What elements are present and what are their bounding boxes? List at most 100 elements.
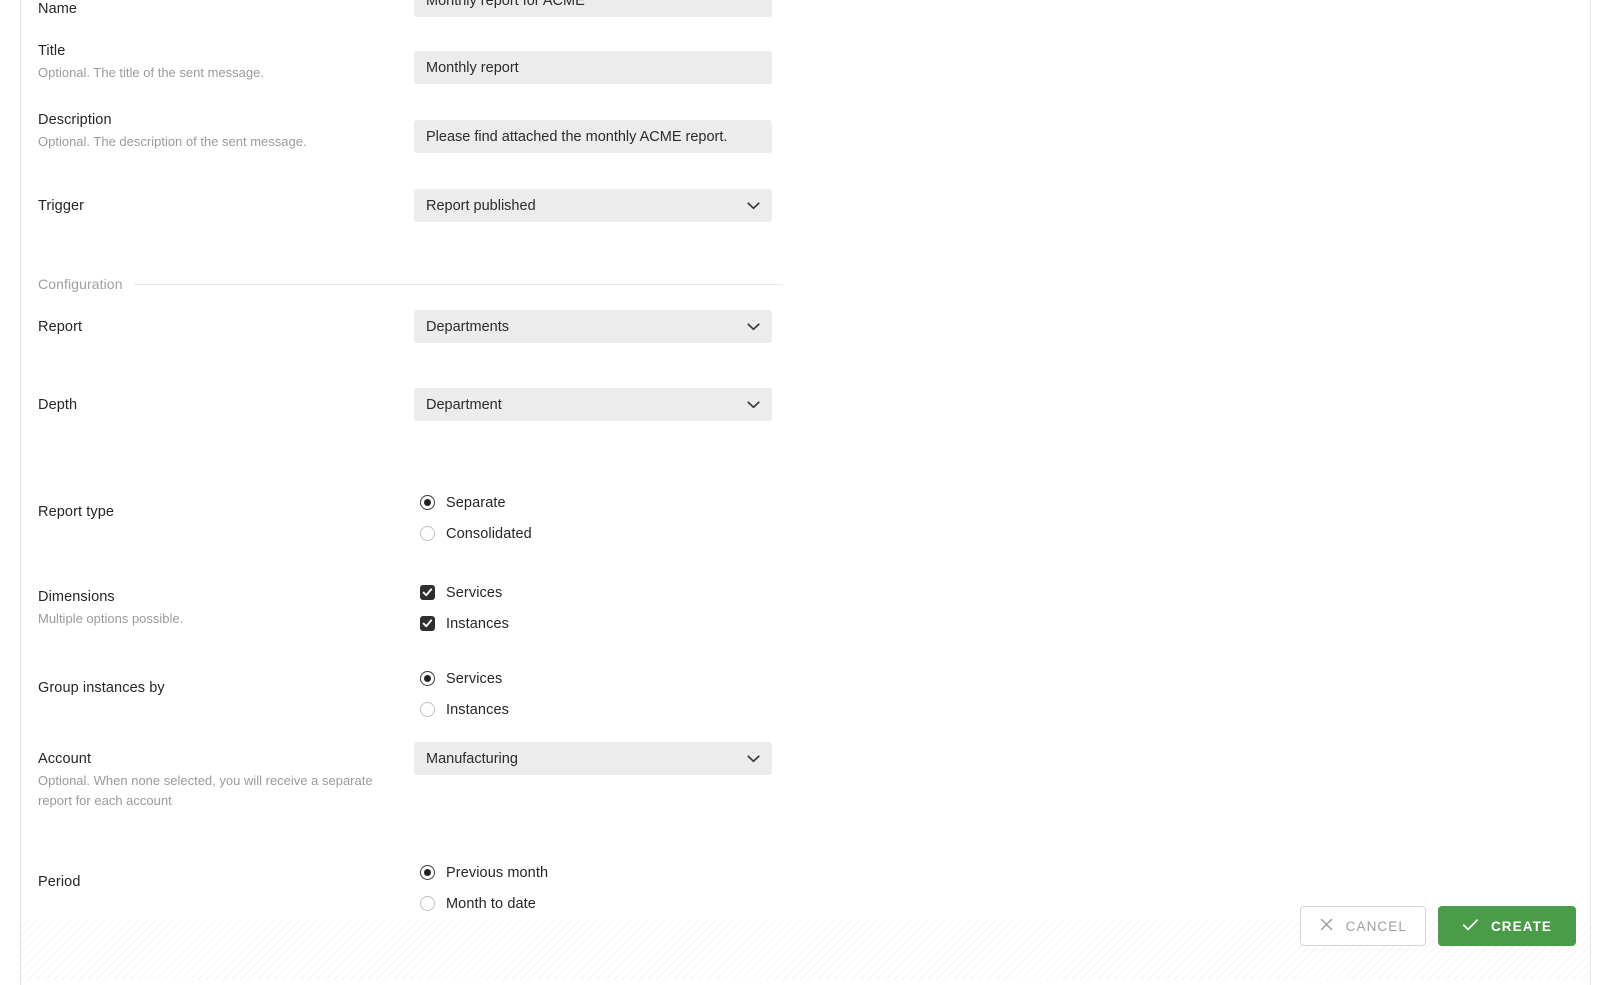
notification-form-page: Name Monthly report for ACME Title Optio…	[0, 0, 1603, 985]
checkbox-icon-checked	[420, 585, 435, 600]
title-help-text: Optional. The title of the sent message.	[38, 65, 264, 80]
description-label: Description	[38, 112, 112, 128]
period-option-label: Previous month	[446, 864, 549, 881]
group-instances-by-label: Group instances by	[38, 680, 165, 696]
field-row-group-instances-by: Group instances by Services Instances	[38, 654, 1590, 742]
section-row-configuration: Configuration	[38, 258, 1590, 310]
radio-icon-unselected	[420, 526, 435, 541]
footer-actions: CANCEL CREATE	[1299, 906, 1576, 946]
field-label-col-title: Title Optional. The title of the sent me…	[38, 34, 414, 83]
report-type-option-separate[interactable]: Separate	[420, 487, 1590, 518]
account-label: Account	[38, 751, 92, 767]
description-help-text: Optional. The description of the sent me…	[38, 134, 307, 149]
period-option-label: Month to date	[446, 895, 536, 912]
create-button[interactable]: CREATE	[1438, 906, 1576, 946]
section-configuration-divider	[133, 283, 783, 285]
field-row-description: Description Optional. The description of…	[38, 103, 1590, 189]
field-label-col-depth: Depth	[38, 388, 414, 415]
dimensions-option-instances[interactable]: Instances	[420, 608, 1590, 639]
group-instances-by-option-label: Services	[446, 670, 503, 687]
account-help-text: Optional. When none selected, you will r…	[38, 773, 373, 808]
title-input[interactable]: Monthly report	[414, 51, 772, 84]
name-input-value: Monthly report for ACME	[426, 0, 585, 9]
field-control-col-depth: Department	[414, 388, 1590, 421]
checkbox-icon-checked	[420, 616, 435, 631]
field-label-col-account: Account Optional. When none selected, yo…	[38, 742, 414, 811]
field-label-col-period: Period	[38, 848, 414, 892]
section-configuration-title: Configuration	[38, 276, 123, 292]
field-label-col-description: Description Optional. The description of…	[38, 103, 414, 152]
close-icon	[1319, 917, 1334, 935]
report-type-label: Report type	[38, 504, 115, 520]
radio-icon-unselected	[420, 702, 435, 717]
section-configuration: Configuration	[38, 276, 783, 292]
dimensions-option-label: Instances	[446, 615, 509, 632]
radio-icon-selected	[420, 671, 435, 686]
content-right-divider	[1590, 0, 1591, 985]
field-label-col-dimensions: Dimensions Multiple options possible.	[38, 562, 414, 629]
field-label-col-name: Name	[38, 0, 414, 19]
field-control-col-trigger: Report published	[414, 189, 1590, 222]
radio-icon-selected	[420, 495, 435, 510]
field-label-col-group-instances-by: Group instances by	[38, 654, 414, 698]
report-type-option-consolidated[interactable]: Consolidated	[420, 518, 1590, 549]
field-row-dimensions: Dimensions Multiple options possible. Se…	[38, 562, 1590, 654]
title-label: Title	[38, 43, 66, 59]
depth-select[interactable]: Department	[414, 388, 772, 421]
group-instances-by-radio-group: Services Instances	[414, 654, 1590, 725]
depth-select-value: Department	[426, 396, 502, 413]
field-control-col-report: Departments	[414, 310, 1590, 343]
field-row-depth: Depth Department	[38, 388, 1590, 476]
cancel-button[interactable]: CANCEL	[1299, 906, 1426, 946]
dimensions-help-text: Multiple options possible.	[38, 611, 184, 626]
name-input[interactable]: Monthly report for ACME	[414, 0, 772, 17]
dimensions-option-label: Services	[446, 584, 503, 601]
report-type-option-label: Separate	[446, 494, 506, 511]
dimensions-checkbox-group: Services Instances	[414, 562, 1590, 639]
radio-icon-unselected	[420, 896, 435, 911]
dimensions-option-services[interactable]: Services	[420, 577, 1590, 608]
field-control-col-title: Monthly report	[414, 34, 1590, 84]
report-label: Report	[38, 319, 83, 335]
field-row-account: Account Optional. When none selected, yo…	[38, 742, 1590, 848]
field-label-col-report-type: Report type	[38, 476, 414, 522]
dimensions-label: Dimensions	[38, 589, 115, 605]
field-row-name: Name Monthly report for ACME	[38, 0, 1590, 34]
report-select[interactable]: Departments	[414, 310, 772, 343]
report-type-radio-group: Separate Consolidated	[414, 476, 1590, 549]
title-input-value: Monthly report	[426, 59, 519, 76]
description-input[interactable]: Please find attached the monthly ACME re…	[414, 120, 772, 153]
cancel-button-label: CANCEL	[1345, 918, 1407, 934]
field-row-report: Report Departments	[38, 310, 1590, 388]
chevron-down-icon	[747, 322, 760, 331]
name-label: Name	[38, 1, 78, 17]
trigger-label: Trigger	[38, 198, 85, 214]
check-icon	[1462, 918, 1479, 935]
notification-form: Name Monthly report for ACME Title Optio…	[21, 0, 1590, 928]
field-control-col-description: Please find attached the monthly ACME re…	[414, 103, 1590, 153]
account-select-value: Manufacturing	[426, 750, 518, 767]
field-row-trigger: Trigger Report published	[38, 189, 1590, 258]
account-select[interactable]: Manufacturing	[414, 742, 772, 775]
trigger-select[interactable]: Report published	[414, 189, 772, 222]
field-label-col-report: Report	[38, 310, 414, 337]
period-option-previous-month[interactable]: Previous month	[420, 857, 1590, 888]
group-instances-by-option-services[interactable]: Services	[420, 663, 1590, 694]
group-instances-by-option-label: Instances	[446, 701, 509, 718]
depth-label: Depth	[38, 397, 78, 413]
field-label-col-trigger: Trigger	[38, 189, 414, 216]
field-control-col-account: Manufacturing	[414, 742, 1590, 775]
report-select-value: Departments	[426, 318, 510, 335]
group-instances-by-option-instances[interactable]: Instances	[420, 694, 1590, 725]
period-label: Period	[38, 874, 81, 890]
radio-icon-selected	[420, 865, 435, 880]
field-row-report-type: Report type Separate Consolidated	[38, 476, 1590, 562]
report-type-option-label: Consolidated	[446, 525, 532, 542]
trigger-select-value: Report published	[426, 197, 536, 214]
chevron-down-icon	[747, 754, 760, 763]
field-row-title: Title Optional. The title of the sent me…	[38, 34, 1590, 103]
description-input-value: Please find attached the monthly ACME re…	[426, 128, 728, 145]
create-button-label: CREATE	[1490, 918, 1553, 934]
chevron-down-icon	[747, 400, 760, 409]
field-control-col-name: Monthly report for ACME	[414, 0, 1590, 17]
